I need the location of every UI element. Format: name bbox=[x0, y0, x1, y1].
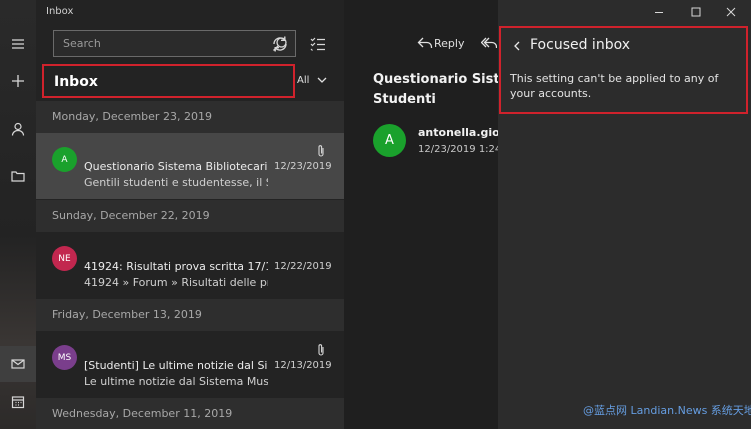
message-datetime: 12/23/2019 1:24 bbox=[418, 144, 498, 155]
avatar: A bbox=[52, 147, 77, 172]
maximize-icon[interactable] bbox=[689, 5, 703, 19]
mail-button[interactable] bbox=[0, 346, 36, 382]
message-date: 12/23/2019 bbox=[274, 161, 332, 172]
message-item[interactable]: A Questionario Sistema Bibliotecario Gen… bbox=[36, 133, 344, 199]
message-date: 12/13/2019 bbox=[274, 360, 332, 371]
folder-title: Inbox bbox=[54, 74, 98, 90]
calendar-button[interactable] bbox=[0, 384, 36, 420]
reply-all-icon[interactable] bbox=[481, 36, 497, 50]
watermark: @蓝点网 Landian.News 系统天地 bbox=[583, 404, 751, 417]
date-group-header: Friday, December 13, 2019 bbox=[36, 299, 344, 331]
mail-icon bbox=[11, 359, 25, 369]
message-subject: [Studenti] Le ultime notizie dal Siste bbox=[84, 359, 268, 372]
message-date: 12/22/2019 bbox=[274, 261, 332, 272]
date-group-header: Sunday, December 22, 2019 bbox=[36, 200, 344, 232]
message-list-pane: Inbox Search Inbox All Monday, December … bbox=[36, 0, 344, 429]
sender-name[interactable]: antonella.giolio bbox=[418, 126, 498, 139]
message-item[interactable]: MS [Studenti] Le ultime notizie dal Sist… bbox=[36, 331, 344, 397]
date-group-header: Wednesday, December 11, 2019 bbox=[36, 398, 344, 429]
filter-dropdown[interactable]: All bbox=[297, 75, 309, 86]
person-icon bbox=[11, 122, 25, 136]
message-title: Questionario Sisten Studenti bbox=[373, 70, 498, 110]
sync-icon bbox=[273, 36, 287, 52]
message-item[interactable]: NE 41924: Risultati prova scritta 17/12/… bbox=[36, 232, 344, 298]
message-title-line: Studenti bbox=[373, 92, 436, 107]
accounts-button[interactable] bbox=[0, 111, 36, 147]
sender-avatar: A bbox=[373, 124, 406, 157]
minimize-icon[interactable] bbox=[652, 5, 666, 19]
search-input[interactable]: Search bbox=[53, 30, 296, 57]
flyout-message: This setting can't be applied to any of … bbox=[510, 72, 719, 100]
chevron-left-icon[interactable] bbox=[511, 40, 523, 52]
focused-inbox-flyout: Focused inbox This setting can't be appl… bbox=[498, 0, 751, 429]
calendar-icon bbox=[11, 396, 25, 409]
avatar: MS bbox=[52, 345, 77, 370]
folder-header-highlight: Inbox bbox=[42, 64, 295, 98]
search-placeholder: Search bbox=[63, 37, 101, 50]
plus-icon bbox=[12, 75, 24, 87]
message-preview: 41924 » Forum » Risultati delle pro bbox=[84, 276, 268, 289]
paperclip-icon bbox=[318, 344, 324, 356]
menu-button[interactable] bbox=[0, 26, 36, 62]
new-mail-button[interactable] bbox=[0, 63, 36, 99]
folders-button[interactable] bbox=[0, 158, 36, 194]
reply-icon[interactable] bbox=[417, 36, 433, 50]
checklist-icon bbox=[310, 37, 325, 51]
flyout-highlight: Focused inbox This setting can't be appl… bbox=[499, 26, 748, 114]
message-title-line: Questionario Sisten bbox=[373, 72, 498, 87]
hamburger-menu-icon bbox=[12, 39, 24, 49]
message-subject: 41924: Risultati prova scritta 17/12/ bbox=[84, 260, 268, 273]
avatar: NE bbox=[52, 246, 77, 271]
date-group-header: Monday, December 23, 2019 bbox=[36, 101, 344, 133]
selection-mode-button[interactable] bbox=[307, 33, 329, 55]
folder-icon bbox=[11, 171, 25, 182]
close-icon[interactable] bbox=[724, 5, 738, 19]
flyout-title: Focused inbox bbox=[530, 37, 631, 53]
message-subject: Questionario Sistema Bibliotecario bbox=[84, 160, 268, 173]
chevron-down-icon[interactable] bbox=[316, 74, 328, 86]
navigation-rail bbox=[0, 0, 36, 429]
reply-button[interactable]: Reply bbox=[434, 37, 464, 50]
app-title: Inbox bbox=[46, 6, 74, 17]
sync-button[interactable] bbox=[269, 33, 291, 55]
reading-pane: Reply Questionario Sisten Studenti A ant… bbox=[345, 0, 498, 429]
message-preview: Le ultime notizie dal Sistema Muse bbox=[84, 375, 268, 388]
message-preview: Gentili studenti e studentesse, il Sis bbox=[84, 176, 268, 189]
paperclip-icon bbox=[318, 145, 324, 157]
